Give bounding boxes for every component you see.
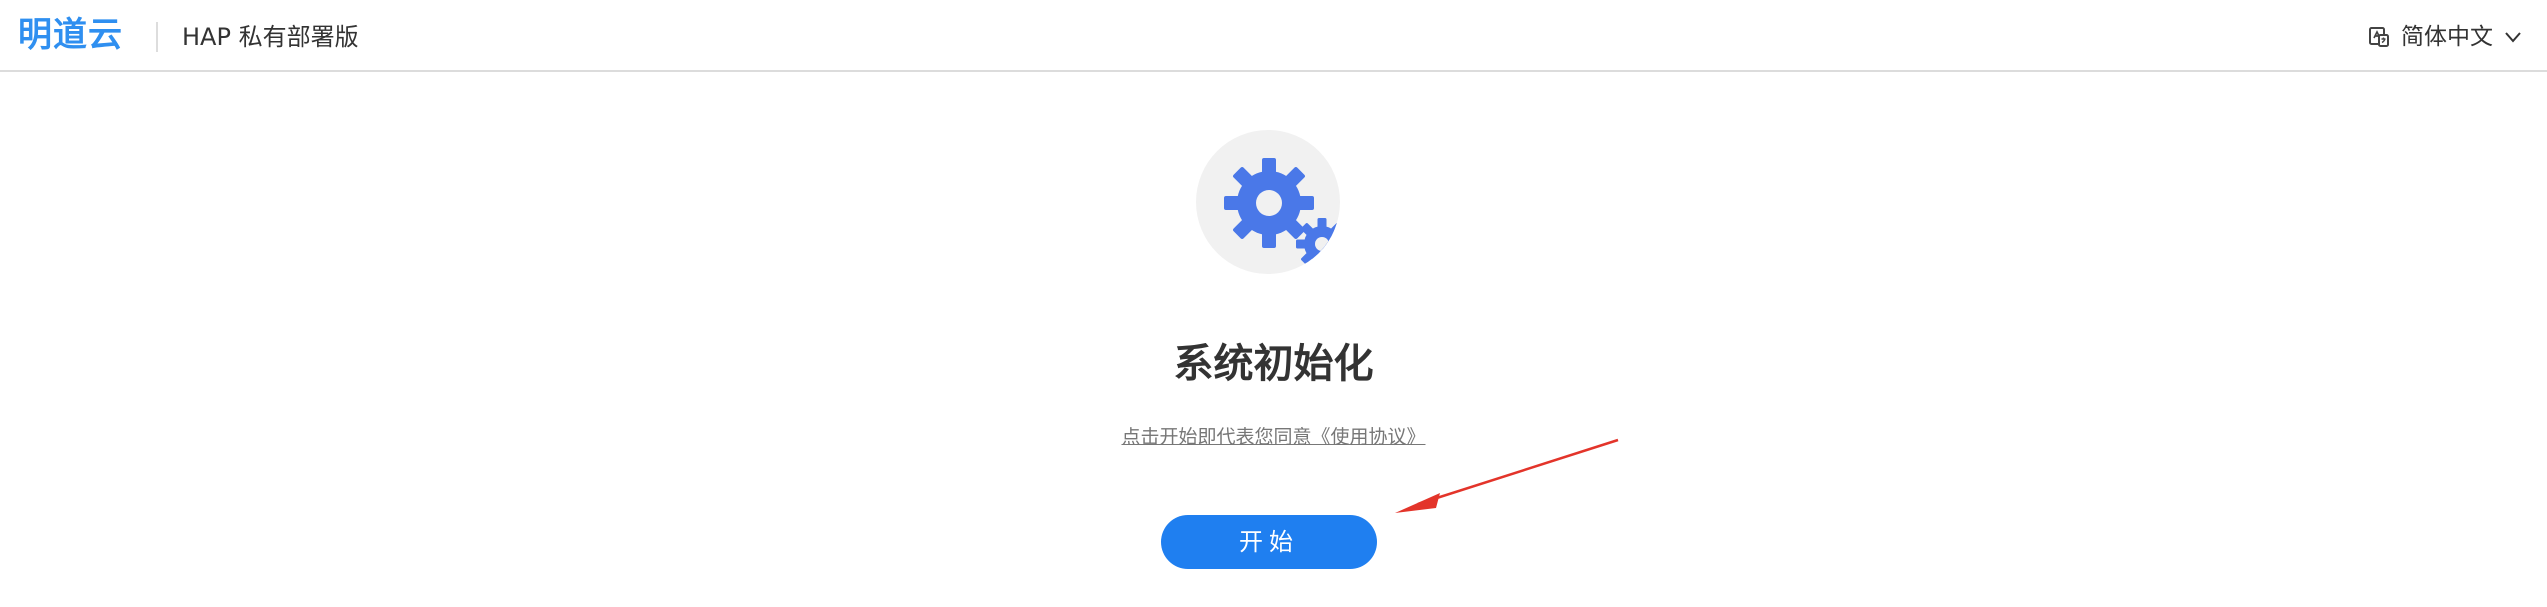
- brand-logo[interactable]: 明道云: [18, 14, 123, 56]
- language-switcher[interactable]: 简体中文: [2367, 20, 2523, 54]
- agreement-link[interactable]: 点击开始即代表您同意《使用协议》: [1121, 426, 1425, 448]
- chevron-down-icon: [2505, 32, 2521, 43]
- page-title: 系统初始化: [1173, 341, 1374, 387]
- start-button[interactable]: 开始: [1161, 515, 1377, 569]
- product-title: HAP 私有部署版: [182, 23, 359, 51]
- agreement-link-wrapper: 点击开始即代表您同意《使用协议》: [0, 424, 2547, 450]
- top-header: 明道云 HAP 私有部署版 简体中文: [0, 0, 2547, 72]
- header-divider: [156, 22, 158, 52]
- language-icon: [2369, 27, 2389, 47]
- gears-icon: [1196, 130, 1340, 274]
- language-label: 简体中文: [2401, 24, 2493, 50]
